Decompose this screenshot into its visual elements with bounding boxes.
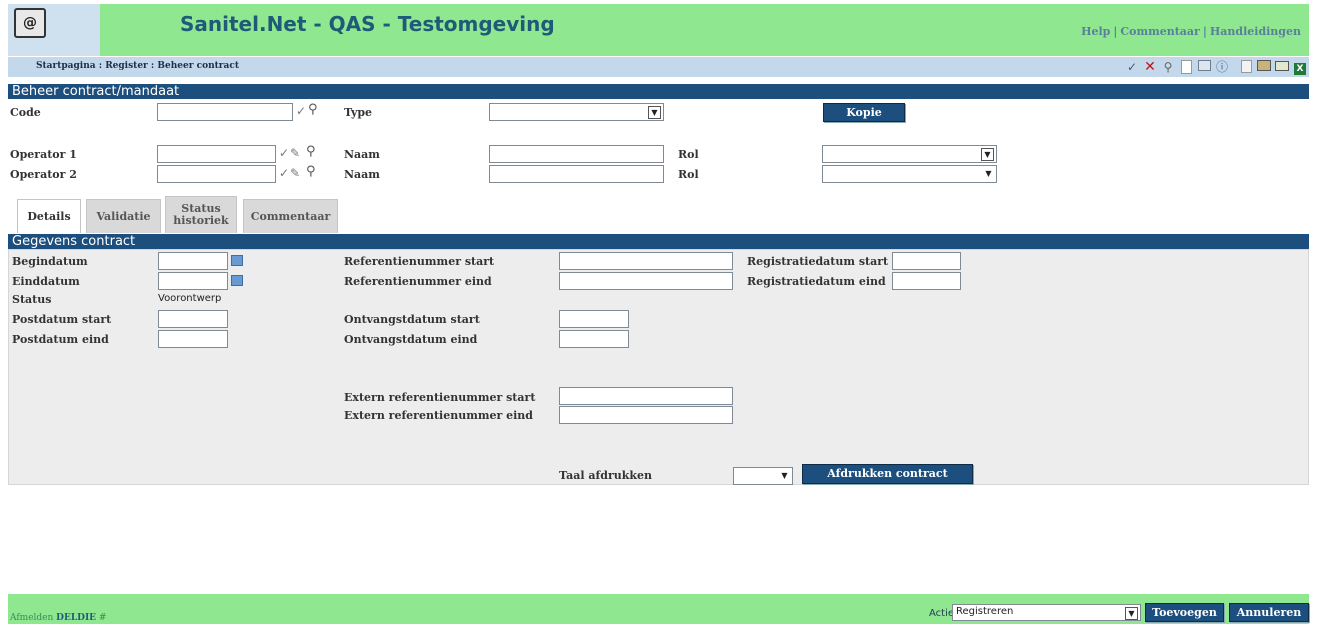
ref-eind-label: Referentienummer eind (344, 275, 492, 288)
code-search-icon[interactable]: ⚲ (308, 102, 318, 117)
toevoegen-button[interactable]: Toevoegen (1145, 603, 1224, 622)
operator1-input[interactable] (157, 145, 276, 163)
status-label: Status (12, 293, 52, 306)
reg-start-input[interactable] (892, 252, 961, 270)
annuleren-button[interactable]: Annuleren (1229, 603, 1309, 622)
tab-commentaar[interactable]: Commentaar (243, 199, 338, 233)
cancel-icon[interactable]: ✕ (1143, 60, 1157, 74)
status-value: Voorontwerp (158, 293, 222, 304)
operator1-label: Operator 1 (10, 148, 77, 161)
check-icon[interactable]: ✓ (1125, 60, 1139, 74)
print-icon[interactable] (1257, 60, 1271, 74)
operator1-naam-label: Naam (344, 148, 380, 161)
operator2-label: Operator 2 (10, 168, 77, 181)
ontvang-eind-label: Ontvangstdatum eind (344, 333, 478, 346)
details-section-header: Gegevens contract (8, 234, 1309, 249)
chevron-down-icon: ▼ (981, 148, 994, 161)
tab-details[interactable]: Details (17, 199, 81, 233)
mail-icon[interactable] (1275, 60, 1289, 74)
postdatum-start-label: Postdatum start (12, 313, 112, 326)
actie-select[interactable]: Registreren ▼ (952, 604, 1141, 621)
code-label: Code (10, 106, 41, 119)
afdrukken-contract-button[interactable]: Afdrukken contract (802, 464, 973, 484)
breadcrumb[interactable]: Startpagina : Register : Beheer contract (36, 61, 239, 71)
ref-eind-input[interactable] (559, 272, 733, 290)
footer-user-info: Afmelden DELDIE # (10, 613, 106, 623)
window-icon[interactable] (1197, 60, 1211, 74)
postdatum-eind-label: Postdatum eind (12, 333, 109, 346)
new-document-icon[interactable] (1179, 60, 1193, 74)
copy-icon[interactable] (1239, 60, 1253, 74)
ext-ref-eind-label: Extern referentienummer eind (344, 409, 533, 422)
reg-start-label: Registratiedatum start (747, 255, 889, 268)
actie-selected-value: Registreren (956, 606, 1014, 617)
chevron-down-icon: ▼ (648, 106, 661, 119)
kopie-button[interactable]: Kopie (823, 103, 905, 122)
einddatum-label: Einddatum (12, 275, 80, 288)
code-input[interactable] (157, 103, 293, 121)
help-link[interactable]: Help (1081, 25, 1110, 38)
info-icon[interactable]: ⓘ (1215, 60, 1229, 74)
tab-status-historiek[interactable]: Status historiek (165, 196, 237, 233)
operator2-rol-select[interactable]: ▼ (822, 165, 997, 183)
ontvang-start-label: Ontvangstdatum start (344, 313, 480, 326)
taal-label: Taal afdrukken (559, 469, 652, 482)
calendar-icon[interactable] (231, 275, 243, 286)
chevron-down-icon: ▼ (983, 168, 994, 179)
operator2-rol-label: Rol (678, 168, 699, 181)
postdatum-eind-input[interactable] (158, 330, 228, 348)
app-logo-icon: @ (14, 8, 46, 38)
operator1-search-icon[interactable]: ⚲ (306, 144, 316, 159)
ext-ref-start-input[interactable] (559, 387, 733, 405)
taal-select[interactable]: ▼ (733, 467, 793, 485)
type-select[interactable]: ▼ (489, 103, 664, 121)
tab-validatie[interactable]: Validatie (86, 199, 161, 233)
einddatum-input[interactable] (158, 272, 228, 290)
ontvang-eind-input[interactable] (559, 330, 629, 348)
postdatum-start-input[interactable] (158, 310, 228, 328)
begindatum-label: Begindatum (12, 255, 88, 268)
operator1-rol-select[interactable]: ▼ (822, 145, 997, 163)
user-name: DELDIE (56, 613, 97, 623)
validate-check-icon[interactable]: ✓ (296, 104, 306, 118)
toolbar: ✓ ✕ ⚲ ⓘ X (1125, 58, 1307, 76)
operator1-naam-input[interactable] (489, 145, 664, 163)
ontvang-start-input[interactable] (559, 310, 629, 328)
reg-eind-label: Registratiedatum eind (747, 275, 886, 288)
operator2-search-icon[interactable]: ⚲ (306, 164, 316, 179)
operator1-edit-icon[interactable]: ✎ (290, 146, 300, 160)
commentaar-link[interactable]: Commentaar (1120, 25, 1200, 38)
calendar-icon[interactable] (231, 255, 243, 266)
operator1-rol-label: Rol (678, 148, 699, 161)
reg-eind-input[interactable] (892, 272, 961, 290)
excel-icon[interactable]: X (1293, 60, 1307, 75)
contract-section-header: Beheer contract/mandaat (8, 84, 1309, 99)
operator2-naam-label: Naam (344, 168, 380, 181)
hash-link[interactable]: # (99, 613, 107, 623)
chevron-down-icon: ▼ (779, 470, 790, 481)
operator2-edit-icon[interactable]: ✎ (290, 166, 300, 180)
app-title: Sanitel.Net - QAS - Testomgeving (180, 12, 555, 36)
operator1-check-icon[interactable]: ✓ (279, 146, 289, 160)
afmelden-link[interactable]: Afmelden (10, 613, 53, 623)
top-links: Help | Commentaar | Handleidingen (1081, 25, 1301, 38)
begindatum-input[interactable] (158, 252, 228, 270)
ext-ref-start-label: Extern referentienummer start (344, 391, 536, 404)
operator2-check-icon[interactable]: ✓ (279, 166, 289, 180)
operator2-naam-input[interactable] (489, 165, 664, 183)
ref-start-label: Referentienummer start (344, 255, 495, 268)
operator2-input[interactable] (157, 165, 276, 183)
handleidingen-link[interactable]: Handleidingen (1210, 25, 1301, 38)
ref-start-input[interactable] (559, 252, 733, 270)
ext-ref-eind-input[interactable] (559, 406, 733, 424)
chevron-down-icon: ▼ (1125, 607, 1138, 620)
type-label: Type (344, 106, 373, 119)
search-icon[interactable]: ⚲ (1161, 60, 1175, 74)
